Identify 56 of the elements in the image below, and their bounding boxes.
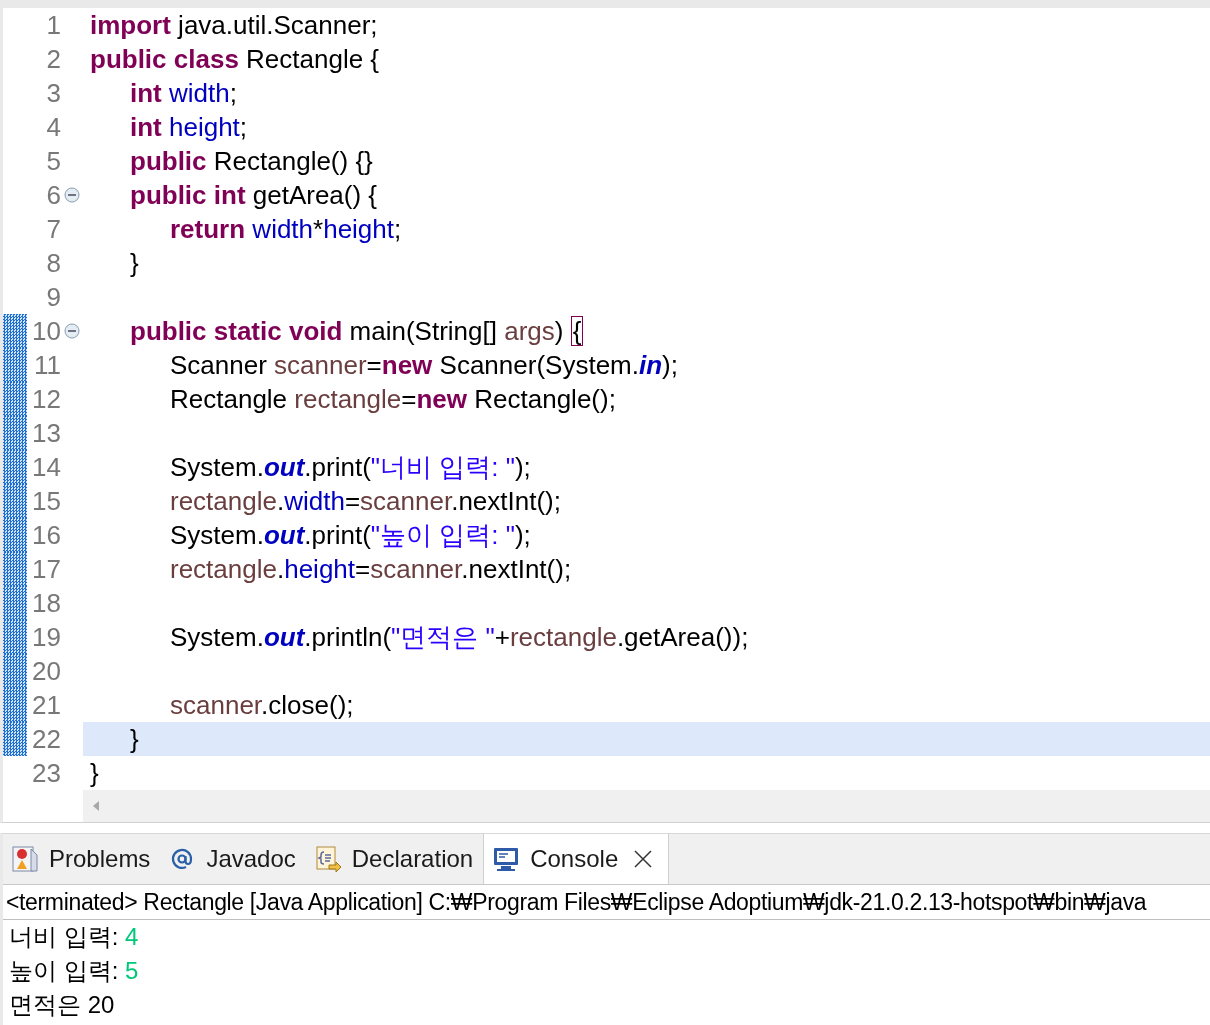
warning-list-icon xyxy=(11,845,39,873)
line-number: 12 xyxy=(31,383,61,415)
line-number: 2 xyxy=(45,43,61,75)
code-line: public int getArea() { xyxy=(129,179,379,212)
code-line: import java.util.Scanner; xyxy=(89,9,379,42)
line-number: 4 xyxy=(45,111,61,143)
line-number: 7 xyxy=(45,213,61,245)
line-number: 1 xyxy=(45,9,61,41)
line-number: 9 xyxy=(45,281,61,313)
code-line: System.out.println("면적은 "+rectangle.getArea()); xyxy=(169,621,750,654)
console-output-line: 너비 입력: 4 xyxy=(8,922,140,952)
line-number: 22 xyxy=(31,723,61,755)
view-tab[interactable]: Javadoc xyxy=(160,834,306,884)
code-line: public class Rectangle { xyxy=(89,43,381,76)
code-line: System.out.print("너비 입력: "); xyxy=(169,451,532,484)
code-line: int height; xyxy=(129,111,249,144)
line-number: 18 xyxy=(31,587,61,619)
line-number: 10 xyxy=(31,315,61,347)
collapse-icon[interactable] xyxy=(64,323,80,339)
code-line: return width*height; xyxy=(169,213,403,246)
view-tab[interactable]: Declaration xyxy=(305,834,484,884)
collapse-icon[interactable] xyxy=(64,187,80,203)
code-line: rectangle.width=scanner.nextInt(); xyxy=(169,485,562,518)
line-number: 21 xyxy=(31,689,61,721)
close-icon[interactable] xyxy=(634,850,653,868)
console-header: <terminated> Rectangle [Java Application] C:₩Program Files₩Eclipse Adoptium₩jdk-21.0.2.13-hotspot₩bin₩java xyxy=(3,885,1210,920)
code-line: } xyxy=(89,757,100,790)
line-number: 15 xyxy=(31,485,61,517)
document-arrow-icon xyxy=(313,845,342,873)
console-output-line: 높이 입력: 5 xyxy=(8,956,140,986)
line-number: 11 xyxy=(33,349,61,381)
line-number: 19 xyxy=(31,621,61,653)
line-number: 23 xyxy=(31,757,61,789)
line-number: 14 xyxy=(31,451,61,483)
view-tab[interactable]: Problems xyxy=(3,834,161,884)
line-number: 16 xyxy=(31,519,61,551)
line-number: 5 xyxy=(45,145,61,177)
code-line: Scanner scanner=new Scanner(System.in); xyxy=(169,349,679,382)
code-line: public Rectangle() {} xyxy=(129,145,374,178)
line-number: 13 xyxy=(31,417,61,449)
code-line: int width; xyxy=(129,77,238,110)
line-number: 8 xyxy=(45,247,61,279)
line-number: 6 xyxy=(45,179,61,211)
line-number: 17 xyxy=(31,553,61,585)
code-line: } xyxy=(129,247,140,280)
code-line: System.out.print("높이 입력: "); xyxy=(169,519,532,552)
line-number: 3 xyxy=(45,77,61,109)
code-line: rectangle.height=scanner.nextInt(); xyxy=(169,553,573,586)
horizontal-scrollbar[interactable] xyxy=(83,790,1210,822)
code-line: public static void main(String[] args) { xyxy=(129,315,585,348)
monitor-icon xyxy=(492,845,521,873)
line-number: 20 xyxy=(31,655,61,687)
code-line: scanner.close(); xyxy=(169,689,355,722)
view-tab[interactable]: Console xyxy=(483,834,670,884)
code-line: Rectangle rectangle=new Rectangle(); xyxy=(169,383,617,416)
console-output-line: 면적은 20 xyxy=(8,990,116,1020)
